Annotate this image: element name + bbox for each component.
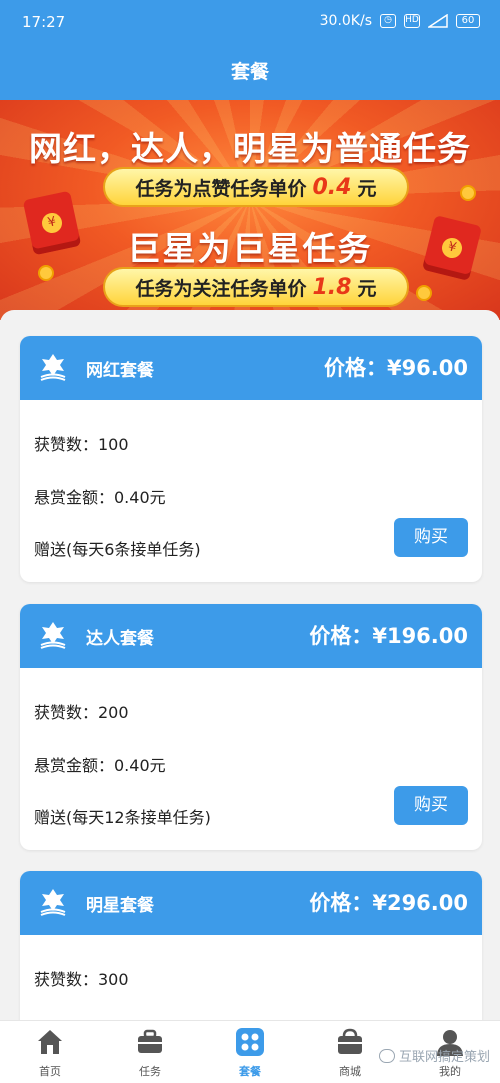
package-price: 价格：¥196.00 [309,624,468,648]
hd-badge: HD [404,14,420,28]
promo-banner: 网红，达人，明星为普通任务 任务为点赞任务单价 0.4 元 巨星为巨星任务 任务… [0,100,500,320]
status-right: 30.0K/s ◷ HD 60 [320,13,480,29]
buy-button[interactable]: 购买 [394,518,468,557]
banner-headline-1: 网红，达人，明星为普通任务 [29,129,471,168]
package-likes: 获赞数：100 [34,435,129,454]
banner-price-pill-1: 任务为点赞任务单价 0.4 元 [103,167,409,207]
watermark: 互联网搞定策划 [378,1046,490,1065]
package-reward: 悬赏金额：0.40元 [34,488,166,507]
tab-label: 我的 [439,1065,461,1078]
battery-icon: 60 [456,14,480,28]
wechat-icon [378,1048,395,1063]
package-name: 达人套餐 [86,629,154,649]
home-icon [38,1030,62,1054]
status-time: 17:27 [22,13,66,31]
briefcase-icon [138,1029,162,1053]
package-list: 网红套餐 价格：¥96.00 获赞数：100 悬赏金额：0.40元 赠送(每天6… [0,310,500,1020]
package-likes: 获赞数：200 [34,703,129,722]
coin-icon [416,285,432,301]
card-header: 明星套餐 价格：¥296.00 [20,871,482,935]
package-logo-icon [40,354,66,381]
package-card: 达人套餐 价格：¥196.00 获赞数：200 悬赏金额：0.40元 赠送(每天… [20,604,482,850]
card-header: 网红套餐 价格：¥96.00 [20,336,482,400]
package-name: 网红套餐 [86,361,154,381]
card-header: 达人套餐 价格：¥196.00 [20,604,482,668]
net-speed: 30.0K/s [319,13,372,29]
pill-unit: 元 [357,277,377,300]
package-price: 价格：¥296.00 [309,891,468,915]
pill-price: 1.8 [312,274,352,300]
package-card: 网红套餐 价格：¥96.00 获赞数：100 悬赏金额：0.40元 赠送(每天6… [20,336,482,582]
tab-packages[interactable]: 套餐 [200,1021,300,1083]
banner-price-pill-2: 任务为关注任务单价 1.8 元 [103,267,409,307]
shop-bag-icon [338,1028,362,1054]
grid-icon [236,1028,264,1056]
package-logo-icon [40,889,66,916]
banner-headline-2: 巨星为巨星任务 [127,229,373,268]
status-bar: 17:27 30.0K/s ◷ HD 60 [0,0,500,44]
tab-home[interactable]: 首页 [0,1021,100,1083]
package-reward: 悬赏金额：0.40元 [34,756,166,775]
coin-icon [460,185,476,201]
tab-label: 商城 [339,1065,361,1078]
package-name: 明星套餐 [86,896,154,916]
package-logo-icon [40,622,66,649]
tab-label: 套餐 [239,1065,261,1078]
package-card: 明星套餐 价格：¥296.00 获赞数：300 [20,871,482,1020]
pill-text: 任务为关注任务单价 [135,277,307,300]
package-bonus: 赠送(每天6条接单任务) [34,540,201,559]
tab-label: 首页 [39,1065,61,1078]
tab-tasks[interactable]: 任务 [100,1021,200,1083]
tab-label: 任务 [139,1065,161,1078]
pill-text: 任务为点赞任务单价 [135,177,307,200]
buy-button[interactable]: 购买 [394,786,468,825]
alarm-icon: ◷ [380,14,396,28]
pill-unit: 元 [357,177,377,200]
pill-price: 0.4 [312,174,352,200]
watermark-text: 互联网搞定策划 [398,1050,490,1065]
package-bonus: 赠送(每天12条接单任务) [34,808,211,827]
package-likes: 获赞数：300 [34,970,129,989]
page-title: 套餐 [0,44,500,100]
package-price: 价格：¥96.00 [323,356,468,380]
signal-icon [428,14,448,28]
